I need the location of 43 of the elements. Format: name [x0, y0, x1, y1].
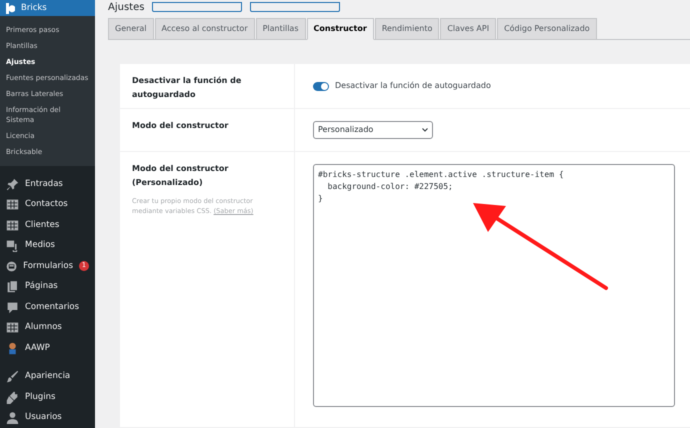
chevron-down-icon — [422, 128, 428, 132]
settings-tab[interactable]: General — [108, 18, 154, 40]
setting-label: Desactivar la función de autoguardado — [132, 75, 242, 101]
menu-item[interactable]: Páginas — [0, 276, 95, 297]
logo-icon — [6, 2, 15, 14]
comment-icon — [6, 300, 19, 314]
user-icon — [6, 411, 19, 424]
page-title: Ajustes — [108, 0, 144, 14]
menu-item[interactable]: AAWP — [0, 338, 95, 358]
sidebar-brand-item[interactable]: Bricks — [0, 0, 95, 16]
menu-item[interactable]: Comentarios — [0, 297, 95, 318]
menu-item[interactable]: Apariencia — [0, 366, 95, 387]
toggle-switch[interactable] — [313, 82, 329, 90]
toggle-label: Desactivar la función de autoguardado — [335, 80, 491, 92]
settings-tab[interactable]: Constructor — [306, 18, 374, 40]
settings-tab[interactable]: Código Personalizado — [497, 18, 597, 40]
setting-label: Modo del constructor (Personalizado) — [132, 163, 230, 189]
code-textarea[interactable]: #bricks-structure .element.active .structure-item { background-color: #227505; } — [313, 164, 675, 407]
header-button[interactable] — [152, 2, 242, 12]
menu-item[interactable]: Entradas — [0, 174, 95, 194]
header-button[interactable] — [250, 2, 340, 12]
table-icon — [6, 321, 19, 334]
select-dropdown[interactable]: Personalizado — [313, 121, 433, 139]
menu-item[interactable]: Alumnos — [0, 318, 95, 338]
menu-item[interactable]: Plugins — [0, 387, 95, 408]
table-icon — [6, 218, 19, 232]
menu-item[interactable]: Medios — [0, 236, 95, 256]
settings-tab[interactable]: Plantillas — [256, 18, 306, 40]
settings-tab[interactable]: Acceso al constructor — [154, 18, 255, 40]
menu-item[interactable]: Contactos — [0, 194, 95, 215]
media-icon — [6, 239, 19, 252]
plug-icon — [6, 390, 19, 404]
settings-tab[interactable]: Claves API — [440, 18, 496, 40]
pushpin-icon — [6, 178, 19, 191]
setting-label: Modo del constructor — [132, 120, 230, 132]
brush-icon — [6, 370, 19, 384]
table-icon — [6, 198, 19, 212]
settings-tab[interactable]: Rendimiento — [374, 18, 440, 40]
pages-icon — [6, 280, 19, 294]
menu-item[interactable]: Clientes — [0, 215, 95, 236]
form-icon — [6, 260, 18, 273]
menu-item[interactable]: Usuarios — [0, 408, 95, 428]
brand-label: Bricks — [21, 2, 47, 14]
